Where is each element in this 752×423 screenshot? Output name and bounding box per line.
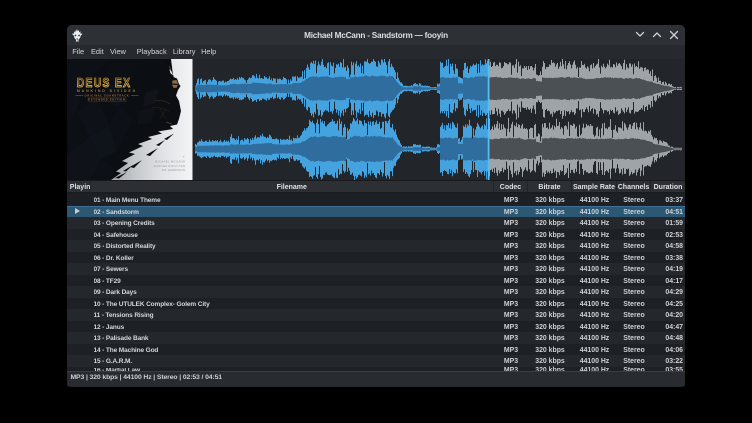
svg-text:MANKIND DIVIDED: MANKIND DIVIDED [77,89,137,93]
svg-text:EXTENDED EDITION: EXTENDED EDITION [88,98,125,101]
svg-text:ORIGINAL SOUNDTRACK: ORIGINAL SOUNDTRACK [85,94,130,97]
svg-text:+: + [183,155,185,159]
svg-text:ED HARRISON: ED HARRISON [162,168,185,172]
